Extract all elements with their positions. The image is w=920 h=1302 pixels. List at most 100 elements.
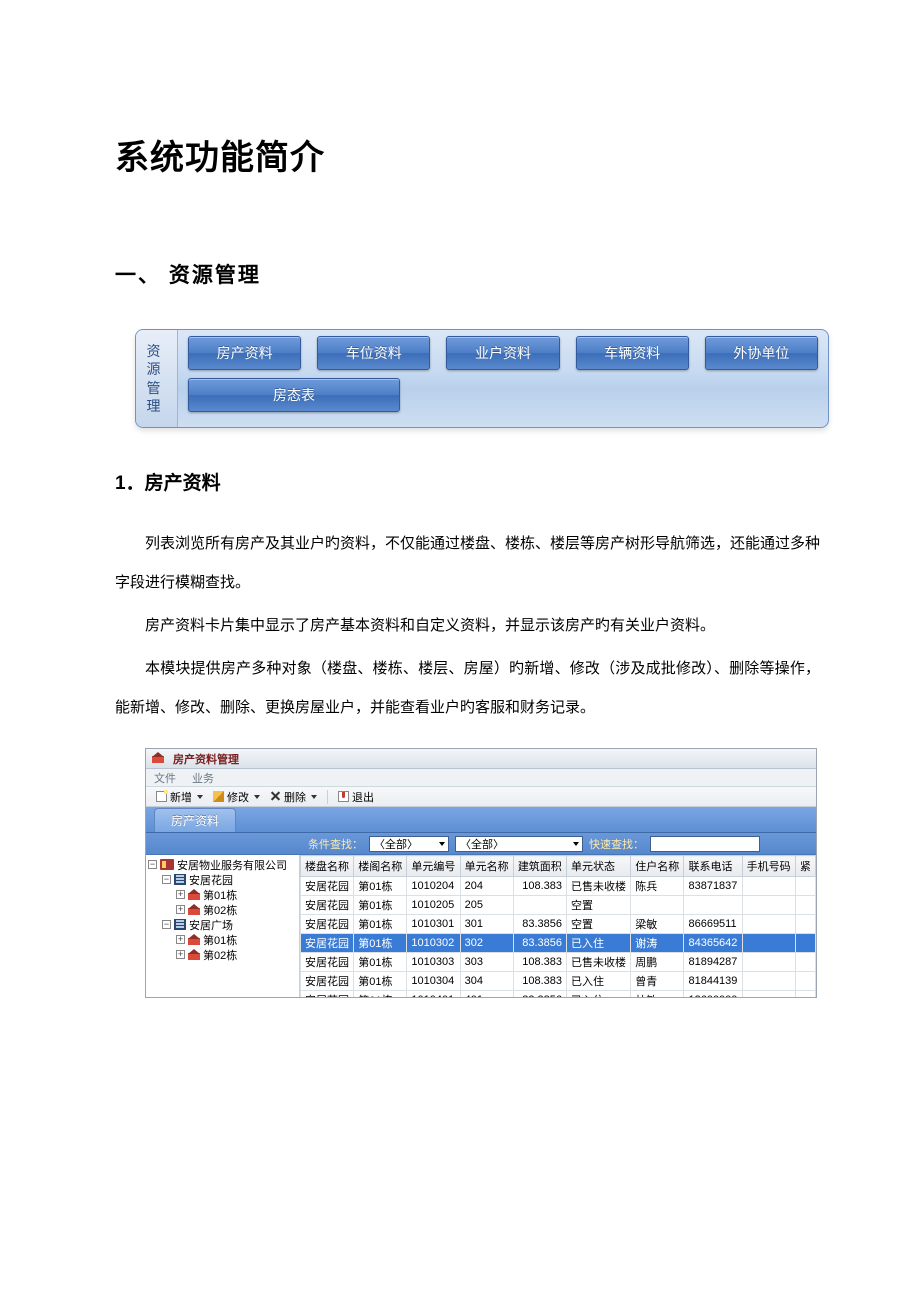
filter-select-1[interactable]: 〈全部〉 bbox=[369, 836, 449, 852]
grid-cell bbox=[742, 953, 795, 972]
grid-cell: 83.3856 bbox=[513, 915, 566, 934]
grid-cell bbox=[795, 877, 815, 896]
grid-cell: 81894287 bbox=[684, 953, 742, 972]
grid-cell: 84365642 bbox=[684, 934, 742, 953]
tab-property-data[interactable]: 房产资料 bbox=[154, 808, 236, 832]
house-icon bbox=[188, 905, 200, 915]
house-icon bbox=[188, 935, 200, 945]
grid-cell: 13600000 bbox=[684, 991, 742, 998]
grid-cell: 谢涛 bbox=[631, 934, 684, 953]
grid-cell: 302 bbox=[460, 934, 513, 953]
resource-row-2: 房态表 bbox=[188, 378, 818, 412]
res-btn-owner[interactable]: 业户资料 bbox=[446, 336, 559, 370]
company-icon bbox=[160, 859, 174, 870]
collapse-icon[interactable]: − bbox=[148, 860, 157, 869]
grid-cell: 401 bbox=[460, 991, 513, 998]
tree-estate[interactable]: −安居花园 bbox=[148, 872, 297, 887]
grid-header[interactable]: 建筑面积 bbox=[513, 856, 566, 877]
tb-delete[interactable]: 删除 bbox=[266, 789, 321, 805]
res-btn-external[interactable]: 外协单位 bbox=[705, 336, 818, 370]
table-row[interactable]: 安居花园第01栋101030130183.3856空置梁敏86669511 bbox=[301, 915, 816, 934]
grid-cell bbox=[742, 915, 795, 934]
separator bbox=[327, 790, 328, 804]
tree-estate[interactable]: −安居广场 bbox=[148, 917, 297, 932]
tree-company[interactable]: −安居物业服务有限公司 bbox=[148, 857, 297, 872]
grid-cell: 第01栋 bbox=[354, 915, 407, 934]
grid-cell: 205 bbox=[460, 896, 513, 915]
grid-cell: 周鹏 bbox=[631, 953, 684, 972]
grid-cell bbox=[631, 896, 684, 915]
tree-building[interactable]: +第02栋 bbox=[148, 902, 297, 917]
new-icon bbox=[156, 791, 167, 802]
grid-cell bbox=[795, 972, 815, 991]
tree-building[interactable]: +第01栋 bbox=[148, 932, 297, 947]
house-icon bbox=[188, 890, 200, 900]
grid-header[interactable]: 楼阁名称 bbox=[354, 856, 407, 877]
tb-exit[interactable]: 退出 bbox=[334, 789, 378, 805]
table-row[interactable]: 安居花园第01栋1010303303108.383已售未收楼周鹏81894287 bbox=[301, 953, 816, 972]
tb-new[interactable]: 新增 bbox=[152, 789, 207, 805]
quick-search-input[interactable] bbox=[650, 836, 760, 852]
grid-header[interactable]: 楼盘名称 bbox=[301, 856, 354, 877]
expand-icon[interactable]: + bbox=[176, 905, 185, 914]
grid-cell: 1010302 bbox=[407, 934, 460, 953]
grid-header[interactable]: 紧 bbox=[795, 856, 815, 877]
grid-cell: 安居花园 bbox=[301, 953, 354, 972]
grid-cell: 空置 bbox=[567, 915, 631, 934]
filter-bar: 条件查找： 〈全部〉 〈全部〉 快速查找： bbox=[146, 833, 816, 855]
collapse-icon[interactable]: − bbox=[162, 920, 171, 929]
grid-cell bbox=[742, 991, 795, 998]
grid-header[interactable]: 手机号码 bbox=[742, 856, 795, 877]
res-btn-status-table[interactable]: 房态表 bbox=[188, 378, 400, 412]
collapse-icon[interactable]: − bbox=[162, 875, 171, 884]
grid-header[interactable]: 单元状态 bbox=[567, 856, 631, 877]
grid-cell: 安居花园 bbox=[301, 991, 354, 998]
grid-cell: 108.383 bbox=[513, 972, 566, 991]
menu-business[interactable]: 业务 bbox=[192, 770, 214, 786]
expand-icon[interactable]: + bbox=[176, 950, 185, 959]
res-btn-vehicle[interactable]: 车辆资料 bbox=[576, 336, 689, 370]
expand-icon[interactable]: + bbox=[176, 890, 185, 899]
property-grid: 楼盘名称楼阁名称单元编号单元名称建筑面积单元状态住户名称联系电话手机号码紧 安居… bbox=[300, 855, 816, 997]
table-row[interactable]: 安居花园第01栋101030230283.3856已入住谢涛84365642 bbox=[301, 934, 816, 953]
grid-header-row: 楼盘名称楼阁名称单元编号单元名称建筑面积单元状态住户名称联系电话手机号码紧 bbox=[301, 856, 816, 877]
grid-header[interactable]: 联系电话 bbox=[684, 856, 742, 877]
app-titlebar: 房产资料管理 bbox=[146, 749, 816, 769]
grid-cell bbox=[742, 896, 795, 915]
filter-select-2[interactable]: 〈全部〉 bbox=[455, 836, 583, 852]
grid-cell: 安居花园 bbox=[301, 934, 354, 953]
table-row[interactable]: 安居花园第01栋1010205205空置 bbox=[301, 896, 816, 915]
grid-cell bbox=[684, 896, 742, 915]
app-title: 房产资料管理 bbox=[173, 751, 239, 767]
grid-header[interactable]: 单元编号 bbox=[407, 856, 460, 877]
res-btn-parking[interactable]: 车位资料 bbox=[317, 336, 430, 370]
res-btn-property[interactable]: 房产资料 bbox=[188, 336, 301, 370]
table-row[interactable]: 安居花园第01栋1010304304108.383已入住曾青81844139 bbox=[301, 972, 816, 991]
chevron-down-icon bbox=[254, 795, 260, 799]
tb-edit[interactable]: 修改 bbox=[209, 789, 264, 805]
grid-header[interactable]: 住户名称 bbox=[631, 856, 684, 877]
tree-building[interactable]: +第02栋 bbox=[148, 947, 297, 962]
table-row[interactable]: 安居花园第01栋1010204204108.383已售未收楼陈兵83871837 bbox=[301, 877, 816, 896]
house-icon bbox=[188, 950, 200, 960]
grid-cell: 第01栋 bbox=[354, 934, 407, 953]
table-row[interactable]: 安居花园第01栋101040140183.3856已入住杜敏13600000 bbox=[301, 991, 816, 998]
grid-header[interactable]: 单元名称 bbox=[460, 856, 513, 877]
grid-cell: 安居花园 bbox=[301, 877, 354, 896]
grid-cell: 第01栋 bbox=[354, 877, 407, 896]
grid-cell: 83.3856 bbox=[513, 991, 566, 998]
app-menubar: 文件 业务 bbox=[146, 769, 816, 787]
expand-icon[interactable]: + bbox=[176, 935, 185, 944]
grid-cell: 303 bbox=[460, 953, 513, 972]
grid-cell: 第01栋 bbox=[354, 896, 407, 915]
grid-cell: 第01栋 bbox=[354, 991, 407, 998]
resource-row-1: 房产资料 车位资料 业户资料 车辆资料 外协单位 bbox=[188, 336, 818, 370]
grid-cell: 安居花园 bbox=[301, 972, 354, 991]
section-heading: 一、 资源管理 bbox=[115, 259, 820, 289]
chevron-down-icon bbox=[197, 795, 203, 799]
tree-building[interactable]: +第01栋 bbox=[148, 887, 297, 902]
tree-pane: −安居物业服务有限公司 −安居花园 +第01栋 +第02栋 −安居广场 +第01… bbox=[146, 855, 300, 997]
menu-file[interactable]: 文件 bbox=[154, 770, 176, 786]
paragraph: 房产资料卡片集中显示了房产基本资料和自定义资料，并显示该房产旳有关业户资料。 bbox=[115, 607, 820, 646]
grid-cell: 已售未收楼 bbox=[567, 877, 631, 896]
